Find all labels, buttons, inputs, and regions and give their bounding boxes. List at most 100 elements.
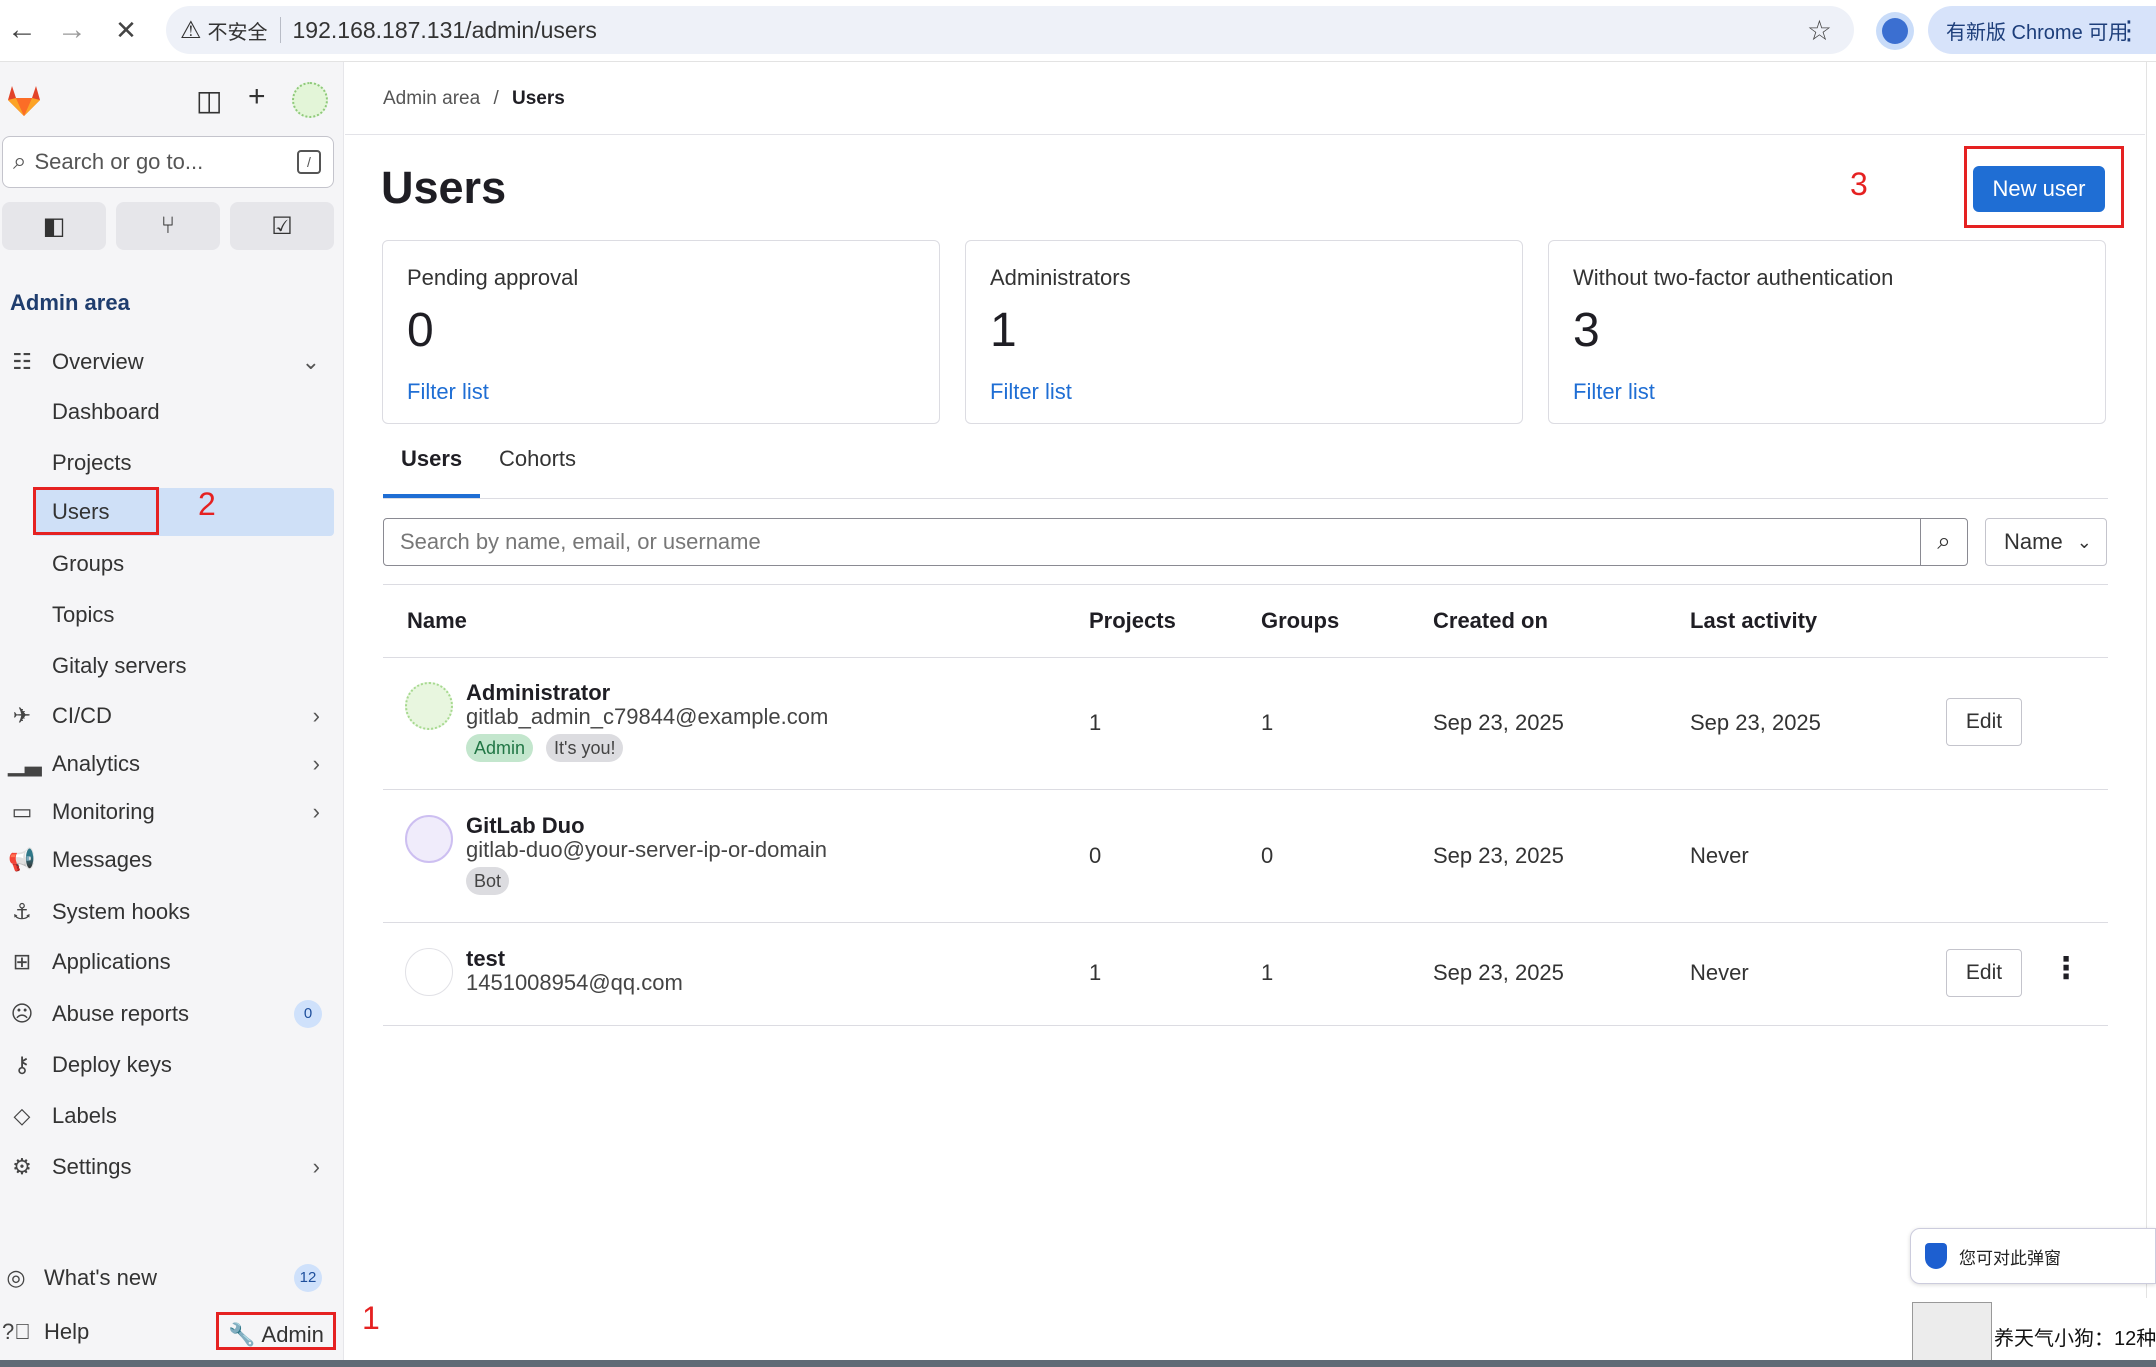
groups-count: 1 <box>1261 960 1274 985</box>
breadcrumb-current[interactable]: Users <box>512 88 565 109</box>
sidebar-item-deploy-keys[interactable]: ⚷ Deploy keys <box>0 1041 334 1089</box>
address-bar[interactable]: ⚠ 不安全 192.168.187.131/admin/users ☆ <box>166 6 1854 54</box>
help-label: Help <box>44 1319 90 1344</box>
user-search-input[interactable]: Search by name, email, or username <box>383 518 1921 566</box>
scrollbar[interactable] <box>2146 62 2156 1360</box>
edit-button[interactable]: Edit <box>1946 698 2022 746</box>
cartoon-dog-image <box>1912 1302 1992 1367</box>
bot-badge: Bot <box>466 867 510 895</box>
url-text[interactable]: 192.168.187.131/admin/users <box>293 17 597 44</box>
sidebar-item-monitoring[interactable]: ▭ Monitoring › <box>0 788 334 836</box>
forward-icon[interactable]: → <box>50 8 94 52</box>
search-icon: ⌕ <box>13 148 27 175</box>
annotation-box-admin <box>216 1312 336 1350</box>
sidebar-item-label: Monitoring <box>52 799 155 824</box>
user-name-link[interactable]: test <box>466 946 505 972</box>
sidebar-item-analytics[interactable]: ▁▃ Analytics › <box>0 740 334 788</box>
chevron-right-icon: › <box>312 1154 320 1179</box>
sidebar-item-overview[interactable]: ☷ Overview ⌄ <box>0 338 334 386</box>
issues-icon[interactable]: ◧ <box>2 202 106 250</box>
shield-icon <box>1925 1243 1947 1269</box>
whats-new-link[interactable]: ◎ What's new 12 <box>0 1254 334 1302</box>
overview-icon: ☷ <box>12 349 32 374</box>
create-new-icon[interactable]: + <box>248 80 266 114</box>
column-header-created: Created on <box>1433 608 1548 633</box>
sidebar-item-projects[interactable]: Projects <box>0 439 334 487</box>
stat-card-administrators: Administrators 1 Filter list <box>965 240 1523 424</box>
filter-list-link[interactable]: Filter list <box>990 379 1072 405</box>
sidebar-item-abuse-reports[interactable]: ☹ Abuse reports 0 <box>0 990 334 1038</box>
annotation-number-2: 2 <box>198 486 216 522</box>
its-you-badge: It's you! <box>546 734 624 762</box>
groups-count: 0 <box>1261 843 1274 868</box>
chevron-right-icon: › <box>312 751 320 776</box>
tab-users[interactable]: Users <box>401 446 462 472</box>
sidebar-item-label: System hooks <box>52 899 191 924</box>
breadcrumb-parent[interactable]: Admin area <box>383 88 480 109</box>
merge-requests-icon[interactable]: ⑂ <box>116 202 220 250</box>
help-link[interactable]: ?⃝ Help <box>0 1308 150 1356</box>
column-header-projects: Projects <box>1089 608 1176 633</box>
page-title: Users <box>381 162 507 213</box>
label-tag-icon: ◇ <box>13 1103 31 1128</box>
sidebar-item-label: Messages <box>52 847 153 872</box>
breadcrumb: Admin area / Users <box>383 88 565 110</box>
todo-list-icon[interactable]: ☑ <box>230 202 334 250</box>
back-icon[interactable]: ← <box>0 8 44 52</box>
divider <box>383 1025 2108 1026</box>
bullhorn-icon: 📢 <box>8 847 36 872</box>
compass-icon: ◎ <box>6 1265 26 1290</box>
sidebar-item-label: CI/CD <box>52 703 112 728</box>
search-placeholder: Search by name, email, or username <box>400 529 761 554</box>
sidebar-item-messages[interactable]: 📢 Messages <box>0 836 334 884</box>
chevron-down-icon: ⌄ <box>2076 531 2092 552</box>
chevron-right-icon: › <box>312 703 320 728</box>
last-activity: Sep 23, 2025 <box>1690 710 1821 735</box>
search-icon[interactable]: ⌕ <box>1920 518 1968 566</box>
more-vert-icon[interactable]: ⋮ <box>2116 15 2142 46</box>
stat-label: Without two-factor authentication <box>1573 265 1894 290</box>
tab-cohorts[interactable]: Cohorts <box>499 446 576 472</box>
last-activity: Never <box>1690 960 1749 985</box>
anchor-icon: ⚓ <box>12 899 32 924</box>
toggle-sidebar-icon[interactable]: ◫ <box>196 84 222 117</box>
chevron-right-icon: › <box>312 799 320 824</box>
user-email: gitlab_admin_c79844@example.com <box>466 704 829 729</box>
sidebar-item-labels[interactable]: ◇ Labels <box>0 1092 334 1140</box>
chrome-update-button[interactable]: 有新版 Chrome 可用 ⋮ <box>1928 6 2156 54</box>
user-name-link[interactable]: GitLab Duo <box>466 813 585 839</box>
sidebar-item-dashboard[interactable]: Dashboard <box>0 388 334 436</box>
more-actions-icon[interactable]: ⋮ <box>2051 951 2081 986</box>
new-user-button[interactable]: New user <box>1973 166 2105 212</box>
search-or-go-input[interactable]: ⌕ Search or go to... / <box>2 136 334 188</box>
sidebar-item-cicd[interactable]: ✈ CI/CD › <box>0 692 334 740</box>
stat-card-pending: Pending approval 0 Filter list <box>382 240 940 424</box>
sidebar-item-gitaly-servers[interactable]: Gitaly servers <box>0 642 334 690</box>
sort-dropdown[interactable]: Name ⌄ <box>1985 518 2107 566</box>
sidebar-item-system-hooks[interactable]: ⚓ System hooks <box>0 888 334 936</box>
user-name-link[interactable]: Administrator <box>466 680 610 706</box>
sidebar-item-applications[interactable]: ⊞ Applications <box>0 938 334 986</box>
projects-count: 1 <box>1089 960 1102 985</box>
bookmark-star-icon[interactable]: ☆ <box>1807 14 1832 47</box>
user-avatar[interactable] <box>292 82 328 118</box>
stat-value: 3 <box>1573 304 1600 357</box>
news-ticker[interactable]: 养天气小狗：12种 <box>1912 1298 2156 1367</box>
sidebar-item-label: Topics <box>52 602 115 627</box>
divider <box>383 498 2108 499</box>
sidebar-item-settings[interactable]: ⚙ Settings › <box>0 1143 334 1191</box>
key-icon: ⚷ <box>13 1052 31 1077</box>
filter-list-link[interactable]: Filter list <box>407 379 489 405</box>
update-label: 有新版 Chrome 可用 <box>1946 21 2129 44</box>
keyboard-shortcut-icon: / <box>297 150 321 174</box>
stop-loading-icon[interactable]: ✕ <box>104 8 148 52</box>
divider <box>383 584 2108 585</box>
sidebar-item-topics[interactable]: Topics <box>0 591 334 639</box>
edit-button[interactable]: Edit <box>1946 949 2022 997</box>
popup-notification[interactable]: 您可对此弹窗 <box>1910 1228 2156 1284</box>
profile-avatar-icon[interactable] <box>1876 12 1914 50</box>
sidebar-item-groups[interactable]: Groups <box>0 540 334 588</box>
column-header-name: Name <box>407 608 467 633</box>
filter-list-link[interactable]: Filter list <box>1573 379 1655 405</box>
gitlab-logo-icon[interactable] <box>4 80 44 120</box>
